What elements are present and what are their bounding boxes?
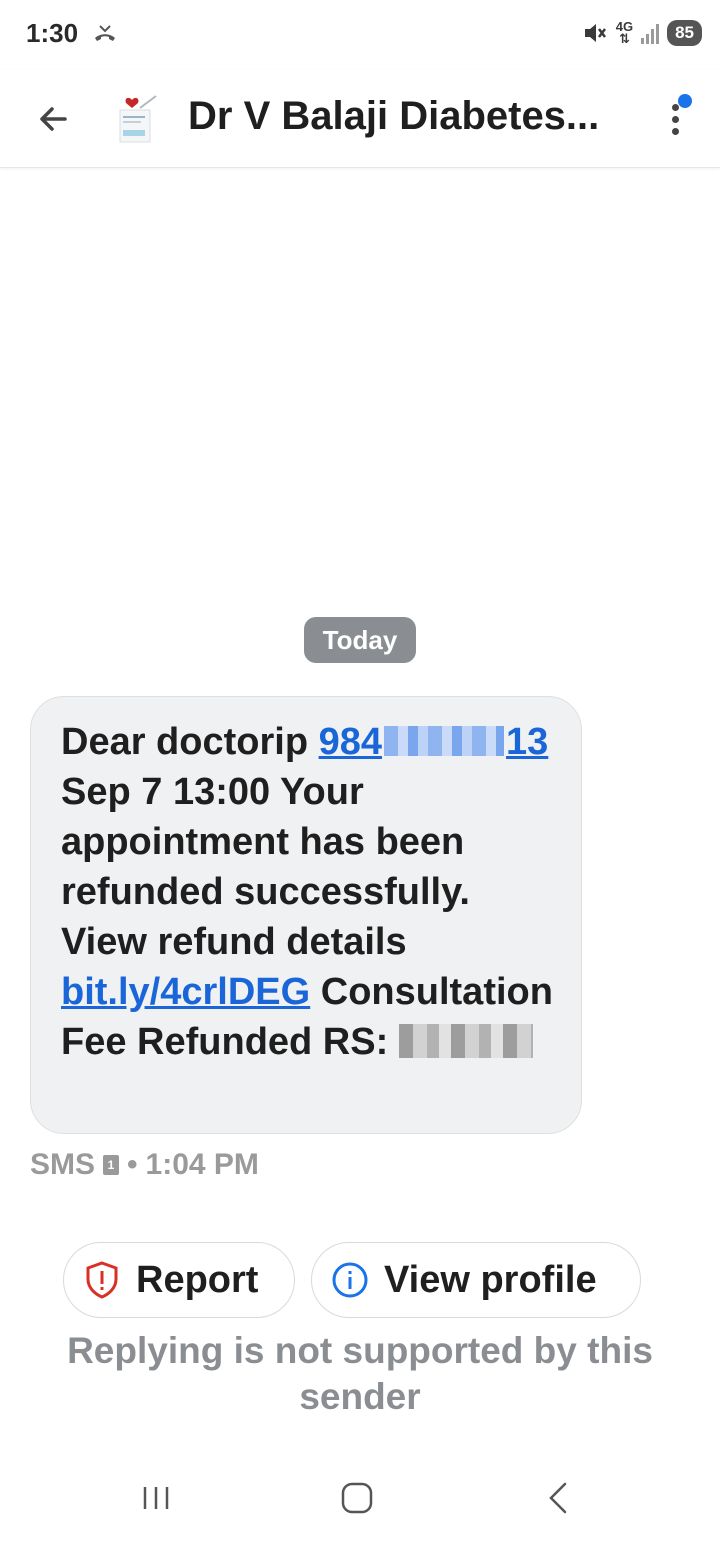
status-icons: 4G ⇅ 85 <box>582 20 702 46</box>
recent-apps-icon <box>143 1487 169 1509</box>
sender-logo[interactable] <box>112 92 166 146</box>
data-arrows-icon: ⇅ <box>618 31 630 46</box>
message-text-part-2: Sep 7 13:00 Your appointment has been re… <box>61 771 470 963</box>
report-label: Report <box>136 1258 259 1301</box>
signal-icon <box>641 22 660 44</box>
view-profile-label: View profile <box>384 1258 597 1301</box>
message-channel: SMS <box>30 1148 96 1181</box>
network-indicator: 4G ⇅ <box>616 20 633 46</box>
message-bubble[interactable]: Dear doctorip 984 13 Sep 7 13:00 Your app… <box>30 696 582 1134</box>
report-shield-icon <box>86 1261 118 1299</box>
back-arrow-icon <box>40 107 67 131</box>
missed-call-icon <box>95 25 115 41</box>
reply-not-supported-note: Replying is not supported by this sender <box>67 1330 653 1417</box>
system-nav-bar <box>0 1448 720 1544</box>
phone-number-link[interactable]: 984 13 <box>319 721 549 763</box>
message-time: 1:04 PM <box>145 1148 259 1181</box>
more-options-icon <box>672 104 679 111</box>
info-icon <box>332 1262 368 1298</box>
home-button[interactable] <box>327 1468 387 1528</box>
conversation-header: Dr V Balaji Diabetes... <box>0 70 720 168</box>
report-button[interactable]: Report <box>63 1242 295 1318</box>
battery-icon: 85 <box>667 20 702 46</box>
more-options-button[interactable] <box>658 92 702 146</box>
back-nav-button[interactable] <box>528 1468 588 1528</box>
date-divider: Today <box>304 617 416 663</box>
view-profile-button[interactable]: View profile <box>311 1242 641 1318</box>
refund-link[interactable]: bit.ly/4crlDEG <box>61 971 310 1013</box>
message-text: Dear doctorip 984 13 Sep 7 13:00 Your app… <box>61 717 557 1067</box>
meta-separator: • <box>127 1148 138 1181</box>
status-time: 1:30 <box>26 18 79 48</box>
message-text-part-1: Dear doctorip <box>61 721 319 763</box>
status-bar: 1:30 4G ⇅ 85 <box>0 0 720 70</box>
recent-apps-button[interactable] <box>126 1468 186 1528</box>
back-button[interactable] <box>26 92 80 146</box>
notification-dot <box>678 94 692 108</box>
back-nav-icon <box>549 1482 567 1514</box>
redacted-amount <box>398 1024 533 1058</box>
message-meta: SMS 1 • 1:04 PM <box>30 1148 259 1182</box>
redacted-phone-digits <box>384 726 505 756</box>
sender-name[interactable]: Dr V Balaji Diabetes... <box>188 94 628 139</box>
mute-icon <box>584 24 606 42</box>
sim-icon: 1 <box>103 1155 120 1175</box>
home-icon <box>341 1482 373 1514</box>
